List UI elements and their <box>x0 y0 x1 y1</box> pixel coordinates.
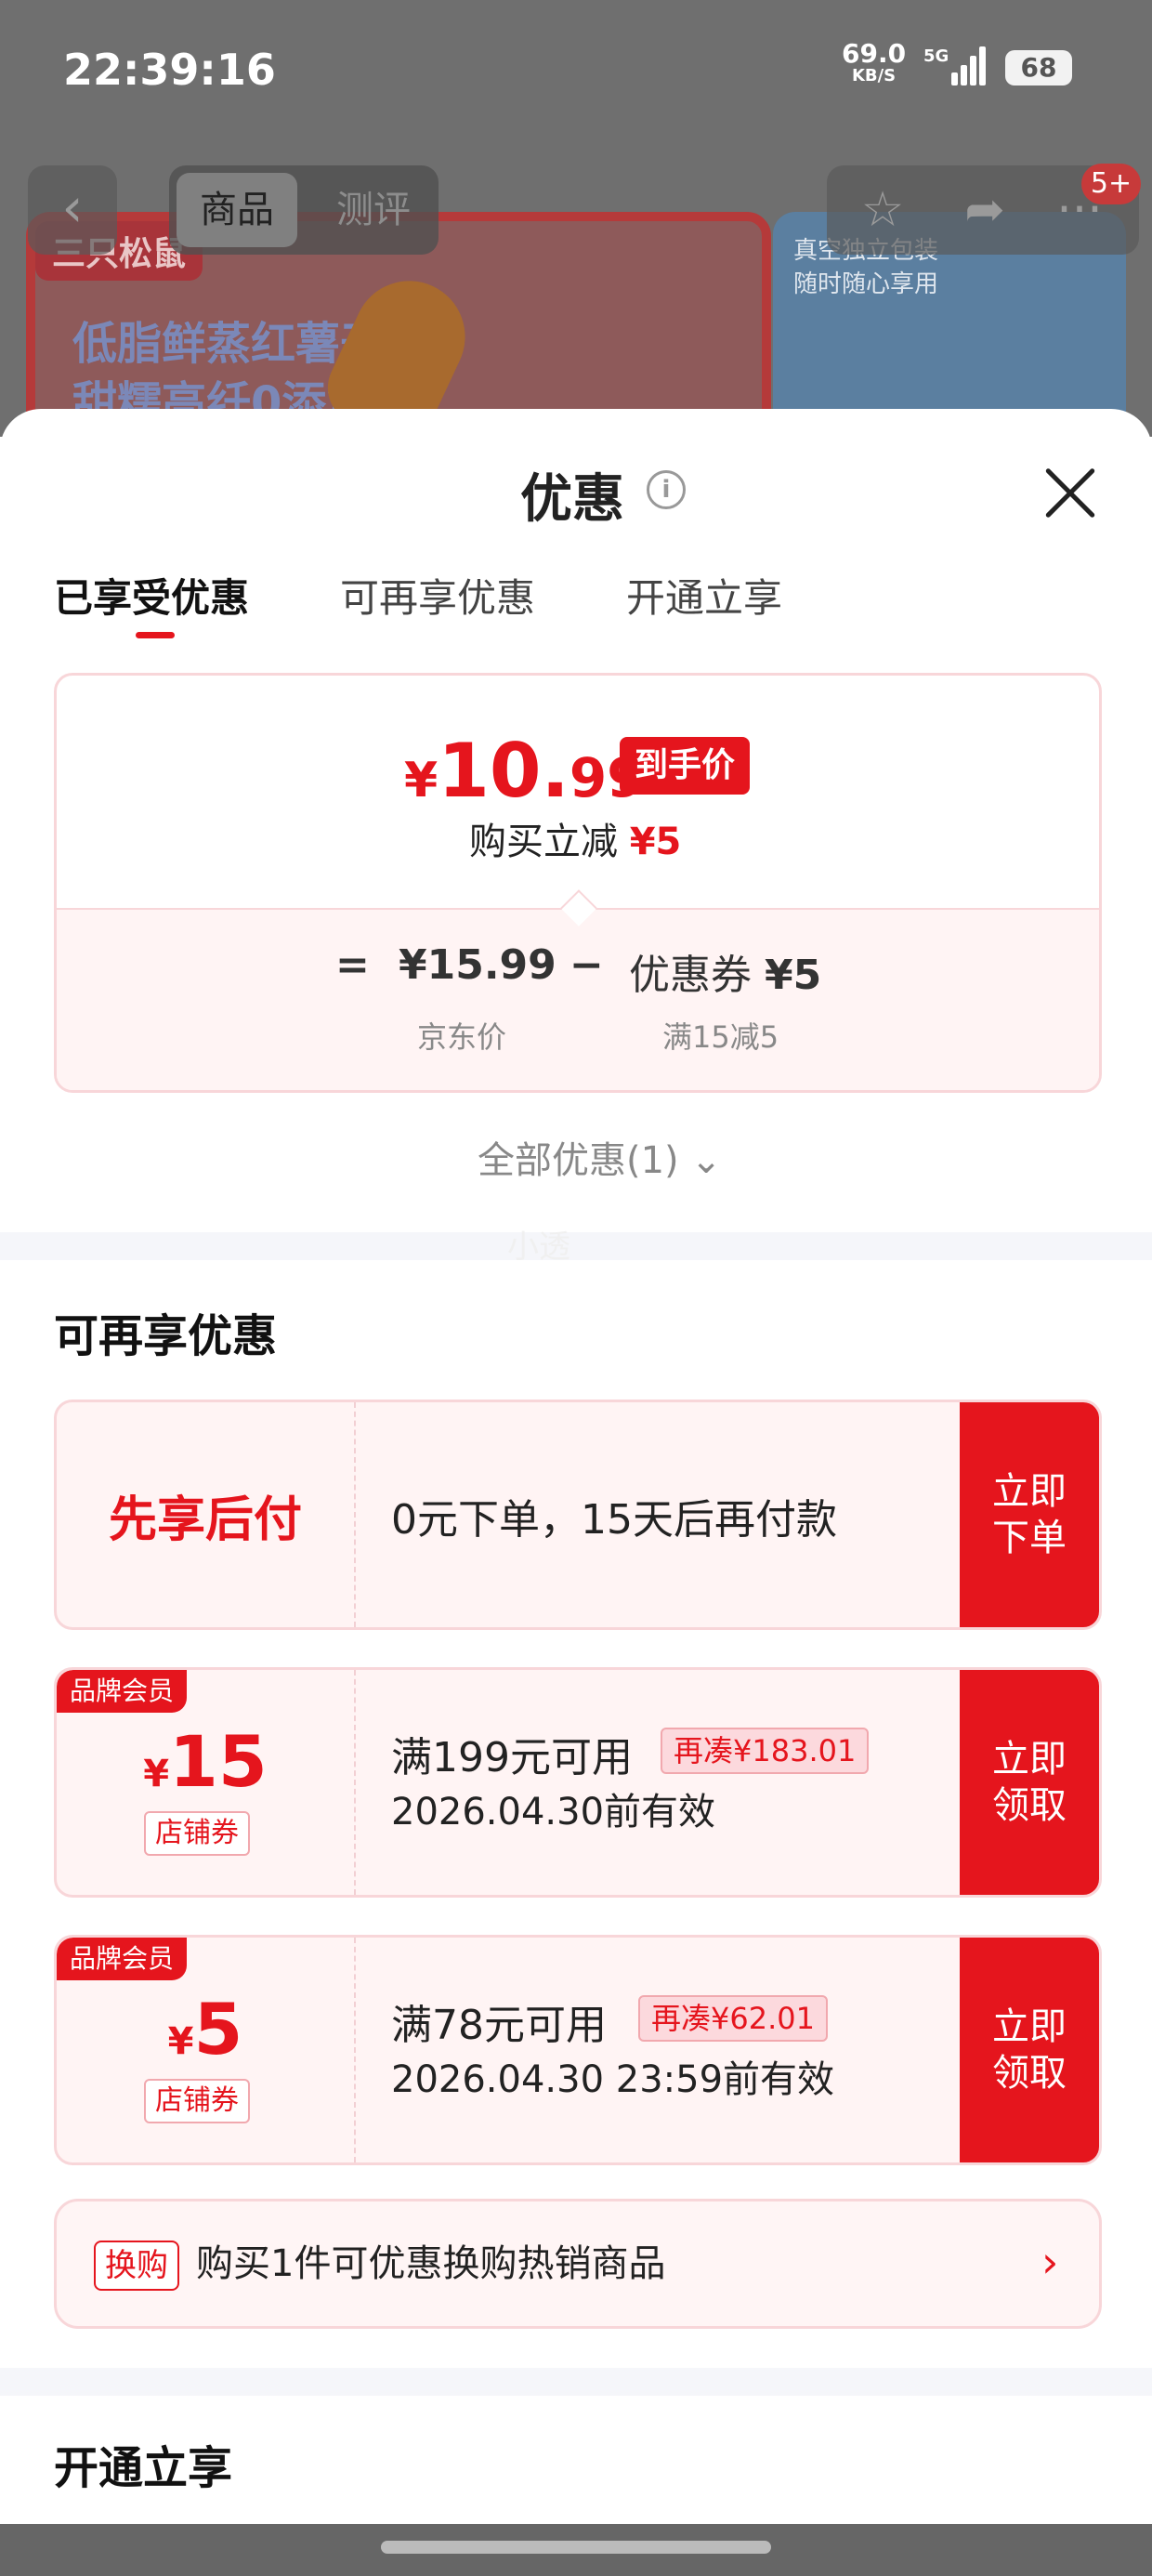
coupon-expiry: 2026.04.30前有效 <box>391 1791 716 1833</box>
info-icon[interactable]: i <box>647 470 686 509</box>
battery-icon: 68 <box>1005 50 1072 85</box>
coupon-extra-needed: 再凑¥62.01 <box>638 1995 828 2042</box>
price-breakdown: = ¥15.99 − 优惠券 ¥5 京东价 满15减5 <box>57 908 1099 1090</box>
active-tab-indicator <box>136 632 175 638</box>
section-divider <box>0 1232 1152 1260</box>
offers-sheet: 优惠 i 已享受优惠 可再享优惠 开通立享 ¥10.99 到手价 购买立减 ¥5… <box>0 409 1152 2576</box>
close-icon[interactable] <box>1041 463 1100 522</box>
tab-product[interactable]: 商品 <box>177 173 297 247</box>
pay-later-title: 先享后付 <box>108 1492 302 1548</box>
share-icon[interactable]: ➦ <box>940 165 1029 255</box>
shop-coupon-tag: 店铺券 <box>144 2079 250 2123</box>
coupon-card: 品牌会员 ¥15 店铺券 满199元可用 再凑¥183.01 2026.04.3… <box>54 1667 1102 1898</box>
card-divider <box>354 1938 356 2162</box>
star-icon[interactable]: ☆ <box>838 165 927 255</box>
order-now-button[interactable]: 立即下单 <box>960 1402 1099 1627</box>
final-price-tag: 到手价 <box>620 737 751 795</box>
brand-member-tag: 品牌会员 <box>57 1938 188 1980</box>
final-price: ¥10.99 <box>404 728 645 814</box>
all-offers-toggle[interactable]: 全部优惠(1) ⌄ <box>478 1130 722 1184</box>
shop-coupon-tag: 店铺券 <box>144 1811 250 1856</box>
signal-icon <box>951 46 987 85</box>
tab-more-offers[interactable]: 可再享优惠 <box>340 567 535 624</box>
swap-offer-row[interactable]: 换购 购买1件可优惠换购热销商品 › <box>54 2199 1102 2329</box>
swap-tag: 换购 <box>94 2241 179 2291</box>
coupon-amount: ¥15 <box>143 1720 268 1803</box>
network-type: 5G <box>923 46 949 66</box>
coupon-extra-needed: 再凑¥183.01 <box>661 1728 870 1774</box>
network-speed: 69.0 KB/S <box>842 38 907 86</box>
tab-enjoyed-offers[interactable]: 已享受优惠 <box>54 567 249 624</box>
coupon-rule: 满199元可用 <box>391 1734 633 1781</box>
coupon-card: 品牌会员 ¥5 店铺券 满78元可用 再凑¥62.01 2026.04.30 2… <box>54 1935 1102 2165</box>
sheet-title: 优惠 <box>520 469 624 530</box>
price-summary-card: ¥10.99 到手价 购买立减 ¥5 = ¥15.99 − 优惠券 ¥5 京东价… <box>54 673 1102 1093</box>
jd-price: ¥15.99 <box>399 941 556 989</box>
coupon-rule: 满15减5 <box>662 1019 779 1055</box>
claim-coupon-button[interactable]: 立即领取 <box>960 1670 1099 1895</box>
coupon-rule: 满78元可用 <box>391 2002 607 2049</box>
purchase-reduction: 购买立减 ¥5 <box>469 821 682 863</box>
coupon-deduction: 优惠券 ¥5 <box>629 952 822 999</box>
formula-eq: = <box>335 941 370 989</box>
section-open-enjoy-title: 开通立享 <box>54 2442 233 2494</box>
pay-later-card: 先享后付 0元下单，15天后再付款 立即下单 <box>54 1400 1102 1630</box>
coupon-expiry: 2026.04.30 23:59前有效 <box>391 2058 835 2101</box>
status-time: 22:39:16 <box>63 45 276 95</box>
watermark: 小透 <box>507 1229 570 1266</box>
section-more-offers-title: 可再享优惠 <box>54 1310 278 1362</box>
chevron-right-icon: › <box>1041 2237 1059 2287</box>
tab-review[interactable]: 测评 <box>322 173 425 247</box>
coupon-amount: ¥5 <box>167 1988 243 2070</box>
home-indicator[interactable] <box>381 2541 771 2554</box>
card-divider <box>354 1670 356 1895</box>
back-button[interactable]: ‹ <box>28 165 117 255</box>
jd-price-label: 京东价 <box>417 1019 507 1055</box>
message-badge: 5+ <box>1081 164 1141 204</box>
product-tab-switch: 商品 测评 <box>169 165 439 255</box>
chevron-left-icon: ‹ <box>61 176 84 239</box>
pay-later-desc: 0元下单，15天后再付款 <box>391 1496 837 1544</box>
claim-coupon-button[interactable]: 立即领取 <box>960 1938 1099 2162</box>
swap-text: 购买1件可优惠换购热销商品 <box>196 2242 666 2285</box>
product-page-background: 三只松鼠 低脂鲜蒸红薯干 甜糯高纤0添加* 真空独立包装 随时随心享用 22:3… <box>0 0 1152 437</box>
section-divider <box>0 2368 1152 2396</box>
card-divider <box>354 1402 356 1627</box>
formula-minus: − <box>569 941 604 989</box>
tab-open-enjoy[interactable]: 开通立享 <box>626 567 782 624</box>
chevron-down-icon: ⌄ <box>690 1139 722 1182</box>
brand-member-tag: 品牌会员 <box>57 1670 188 1713</box>
